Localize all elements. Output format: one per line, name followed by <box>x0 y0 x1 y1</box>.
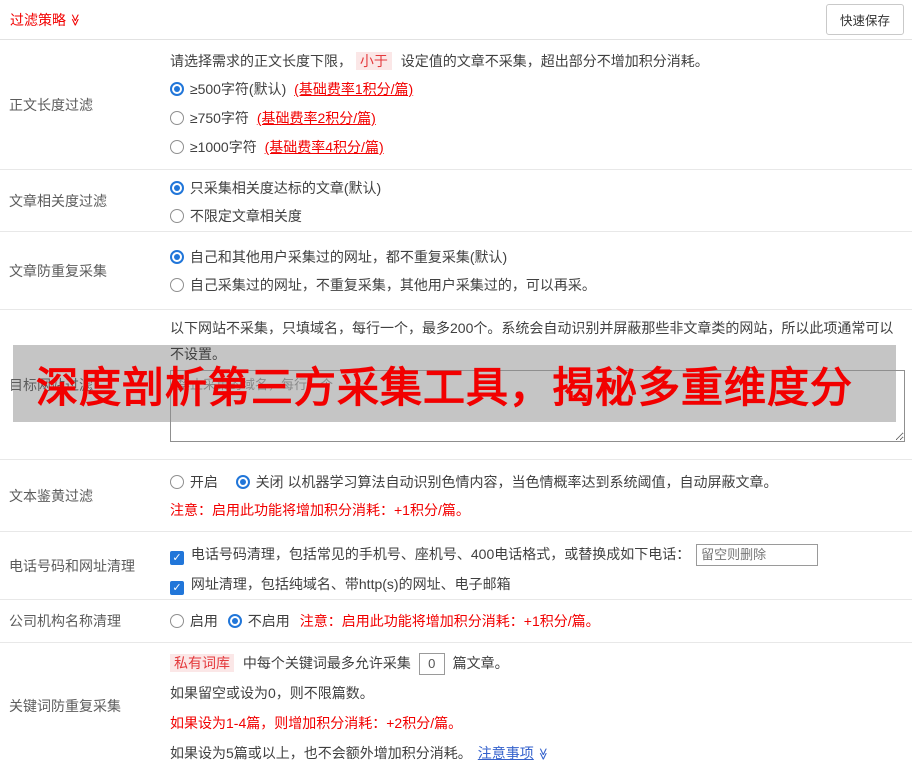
checkbox-url-clean[interactable]: ✓ 网址清理，包括纯域名、带http(s)的网址、电子邮箱 <box>170 569 905 599</box>
radio-option-1000-chars[interactable]: ≥1000字符 (基础费率4积分/篇) <box>170 133 905 162</box>
checkbox-checked-icon[interactable]: ✓ <box>170 581 184 595</box>
radio-option-500-chars[interactable]: ≥500字符(默认) (基础费率1积分/篇) <box>170 75 905 104</box>
private-thesaurus-highlight: 私有词库 <box>170 654 234 672</box>
radio-option-relevant-only[interactable]: 只采集相关度达标的文章(默认) <box>170 174 905 202</box>
row-label: 文章防重复采集 <box>0 232 170 309</box>
row-length-filter: 正文长度过滤 请选择需求的正文长度下限， 小于 设定值的文章不采集，超出部分不增… <box>0 40 912 170</box>
row-content: 请选择需求的正文长度下限， 小于 设定值的文章不采集，超出部分不增加积分消耗。 … <box>170 40 912 169</box>
row-content: ✓ 电话号码清理，包括常见的手机号、座机号、400电话格式，或替换成如下电话： … <box>170 532 912 599</box>
row-porn-filter: 文本鉴黄过滤 开启 关闭 以机器学习算法自动识别色情内容，当色情概率达到系统阈值… <box>0 460 912 532</box>
radio-unselected-icon[interactable] <box>170 475 184 489</box>
radio-selected-icon[interactable] <box>228 614 242 628</box>
quick-save-button[interactable]: 快速保存 <box>826 4 904 35</box>
row-label: 文章相关度过滤 <box>0 170 170 231</box>
row-phone-url-clean: 电话号码和网址清理 ✓ 电话号码清理，包括常见的手机号、座机号、400电话格式，… <box>0 532 912 600</box>
keyword-dedup-note-zero: 如果留空或设为0，则不限篇数。 <box>170 678 905 708</box>
row-dedup-filter: 文章防重复采集 自己和其他用户采集过的网址，都不重复采集(默认) 自己采集过的网… <box>0 232 912 310</box>
porn-filter-cost-note: 注意：启用此功能将增加积分消耗：+1积分/篇。 <box>170 496 905 524</box>
radio-unselected-icon[interactable] <box>170 278 184 292</box>
fee-note: (基础费率4积分/篇) <box>265 139 384 155</box>
row-label: 公司机构名称清理 <box>0 600 170 642</box>
radio-option-own-dedup[interactable]: 自己采集过的网址，不重复采集，其他用户采集过的，可以再采。 <box>170 271 905 299</box>
row-relevance-filter: 文章相关度过滤 只采集相关度达标的文章(默认) 不限定文章相关度 <box>0 170 912 232</box>
radio-option-no-relevance-limit[interactable]: 不限定文章相关度 <box>170 202 905 230</box>
double-down-chevron-icon: ≫ <box>69 13 81 26</box>
radio-unselected-icon[interactable] <box>170 614 184 628</box>
radio-selected-icon[interactable] <box>170 82 184 96</box>
replacement-phone-input[interactable] <box>696 544 818 566</box>
row-content: 只采集相关度达标的文章(默认) 不限定文章相关度 <box>170 170 912 231</box>
radio-option-enable[interactable]: 开启 <box>170 474 222 490</box>
row-site-filter: 目标网站过滤 以下网站不采集，只填域名，每行一个，最多200个。系统会自动识别并… <box>0 310 912 460</box>
less-than-highlight: 小于 <box>356 52 392 70</box>
page-header: 过滤策略 ≫ 快速保存 <box>0 0 912 40</box>
fee-note: (基础费率1积分/篇) <box>294 81 413 97</box>
row-content: 以下网站不采集，只填域名，每行一个，最多200个。系统会自动识别并屏蔽那些非文章… <box>170 310 912 459</box>
site-filter-description: 以下网站不采集，只填域名，每行一个，最多200个。系统会自动识别并屏蔽那些非文章… <box>170 315 905 367</box>
keyword-dedup-note-five: 如果设为5篇或以上，也不会额外增加积分消耗。 <box>170 745 472 761</box>
notice-link[interactable]: 注意事项≫ <box>478 745 550 761</box>
porn-filter-description: 以机器学习算法自动识别色情内容，当色情概率达到系统阈值，自动屏蔽文章。 <box>287 474 777 490</box>
radio-selected-icon[interactable] <box>236 475 250 489</box>
row-label: 目标网站过滤 <box>0 310 170 459</box>
double-down-chevron-icon: ≫ <box>537 748 549 761</box>
row-label: 正文长度过滤 <box>0 40 170 169</box>
max-articles-count-input[interactable] <box>419 653 445 675</box>
page-title: 过滤策略 <box>10 10 66 30</box>
radio-option-disable[interactable]: 关闭 <box>236 474 288 490</box>
row-content: 启用 不启用 注意：启用此功能将增加积分消耗：+1积分/篇。 <box>170 600 912 642</box>
radio-unselected-icon[interactable] <box>170 209 184 223</box>
length-filter-description: 请选择需求的正文长度下限， 小于 设定值的文章不采集，超出部分不增加积分消耗。 <box>170 47 905 75</box>
row-keyword-dedup: 关键词防重复采集 私有词库 中每个关键词最多允许采集 篇文章。 如果留空或设为0… <box>0 643 912 768</box>
radio-option-750-chars[interactable]: ≥750字符 (基础费率2积分/篇) <box>170 104 905 133</box>
checkbox-checked-icon[interactable]: ✓ <box>170 551 184 565</box>
radio-option-disable[interactable]: 不启用 <box>228 611 290 631</box>
radio-option-global-dedup[interactable]: 自己和其他用户采集过的网址，都不重复采集(默认) <box>170 243 905 271</box>
blocked-sites-textarea[interactable] <box>170 370 905 442</box>
row-label: 关键词防重复采集 <box>0 643 170 768</box>
keyword-dedup-cost-note: 如果设为1-4篇，则增加积分消耗：+2积分/篇。 <box>170 708 905 738</box>
radio-option-enable[interactable]: 启用 <box>170 611 218 631</box>
row-label: 电话号码和网址清理 <box>0 532 170 599</box>
company-clean-cost-note: 注意：启用此功能将增加积分消耗：+1积分/篇。 <box>300 611 600 631</box>
radio-unselected-icon[interactable] <box>170 111 184 125</box>
fee-note: (基础费率2积分/篇) <box>257 110 376 126</box>
filter-strategy-page: 过滤策略 ≫ 快速保存 正文长度过滤 请选择需求的正文长度下限， 小于 设定值的… <box>0 0 912 768</box>
row-label: 文本鉴黄过滤 <box>0 460 170 531</box>
row-company-clean: 公司机构名称清理 启用 不启用 注意：启用此功能将增加积分消耗：+1积分/篇。 <box>0 600 912 643</box>
radio-unselected-icon[interactable] <box>170 140 184 154</box>
radio-selected-icon[interactable] <box>170 181 184 195</box>
row-content: 私有词库 中每个关键词最多允许采集 篇文章。 如果留空或设为0，则不限篇数。 如… <box>170 643 912 768</box>
row-content: 自己和其他用户采集过的网址，都不重复采集(默认) 自己采集过的网址，不重复采集，… <box>170 232 912 309</box>
section-title-toggle[interactable]: 过滤策略 ≫ <box>10 10 82 30</box>
checkbox-phone-clean[interactable]: ✓ 电话号码清理，包括常见的手机号、座机号、400电话格式，或替换成如下电话： <box>170 546 694 562</box>
row-content: 开启 关闭 以机器学习算法自动识别色情内容，当色情概率达到系统阈值，自动屏蔽文章… <box>170 460 912 531</box>
radio-selected-icon[interactable] <box>170 250 184 264</box>
